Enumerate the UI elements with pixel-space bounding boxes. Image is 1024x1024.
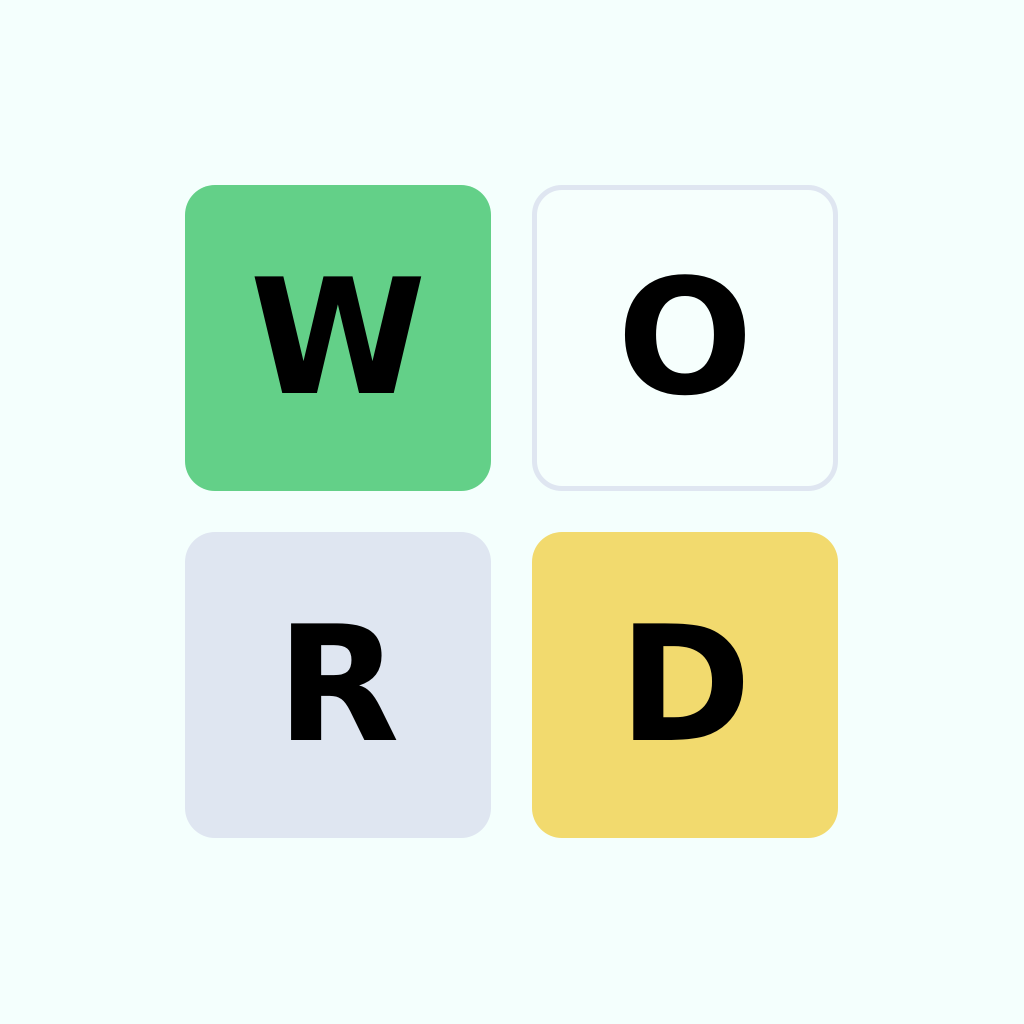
word-tile-grid: W O R D xyxy=(185,185,838,838)
tile-letter: D xyxy=(618,591,752,778)
tile-d-present: D xyxy=(532,532,838,838)
tile-o-empty: O xyxy=(532,185,838,491)
tile-letter: R xyxy=(276,591,400,778)
tile-letter: W xyxy=(249,244,427,431)
tile-r-absent: R xyxy=(185,532,491,838)
tile-w-correct: W xyxy=(185,185,491,491)
tile-letter: O xyxy=(616,244,753,431)
